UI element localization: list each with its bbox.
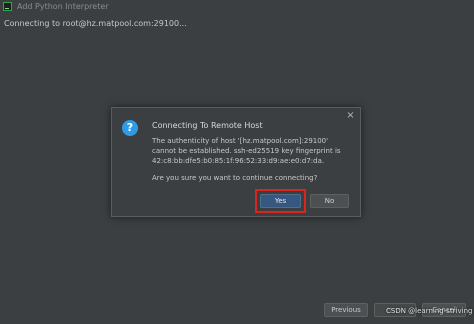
- yes-button[interactable]: Yes: [260, 194, 301, 208]
- csdn-watermark: CSDN @learning-striving: [386, 307, 473, 315]
- question-icon: ?: [122, 120, 138, 136]
- connecting-remote-host-dialog: × ? Connecting To Remote Host The authen…: [111, 107, 361, 217]
- connection-status-text: Connecting to root@hz.matpool.com:29100.…: [4, 19, 187, 28]
- window-title: Add Python Interpreter: [17, 2, 109, 11]
- close-icon[interactable]: ×: [345, 110, 356, 121]
- previous-button[interactable]: Previous: [324, 303, 368, 317]
- dialog-question: Are you sure you want to continue connec…: [152, 174, 318, 182]
- window-title-bar: Add Python Interpreter: [0, 0, 474, 13]
- dialog-title: Connecting To Remote Host: [152, 121, 263, 130]
- no-button[interactable]: No: [310, 194, 349, 208]
- dialog-message: The authenticity of host '[hz.matpool.co…: [152, 137, 341, 165]
- pycharm-app-icon: [3, 2, 12, 11]
